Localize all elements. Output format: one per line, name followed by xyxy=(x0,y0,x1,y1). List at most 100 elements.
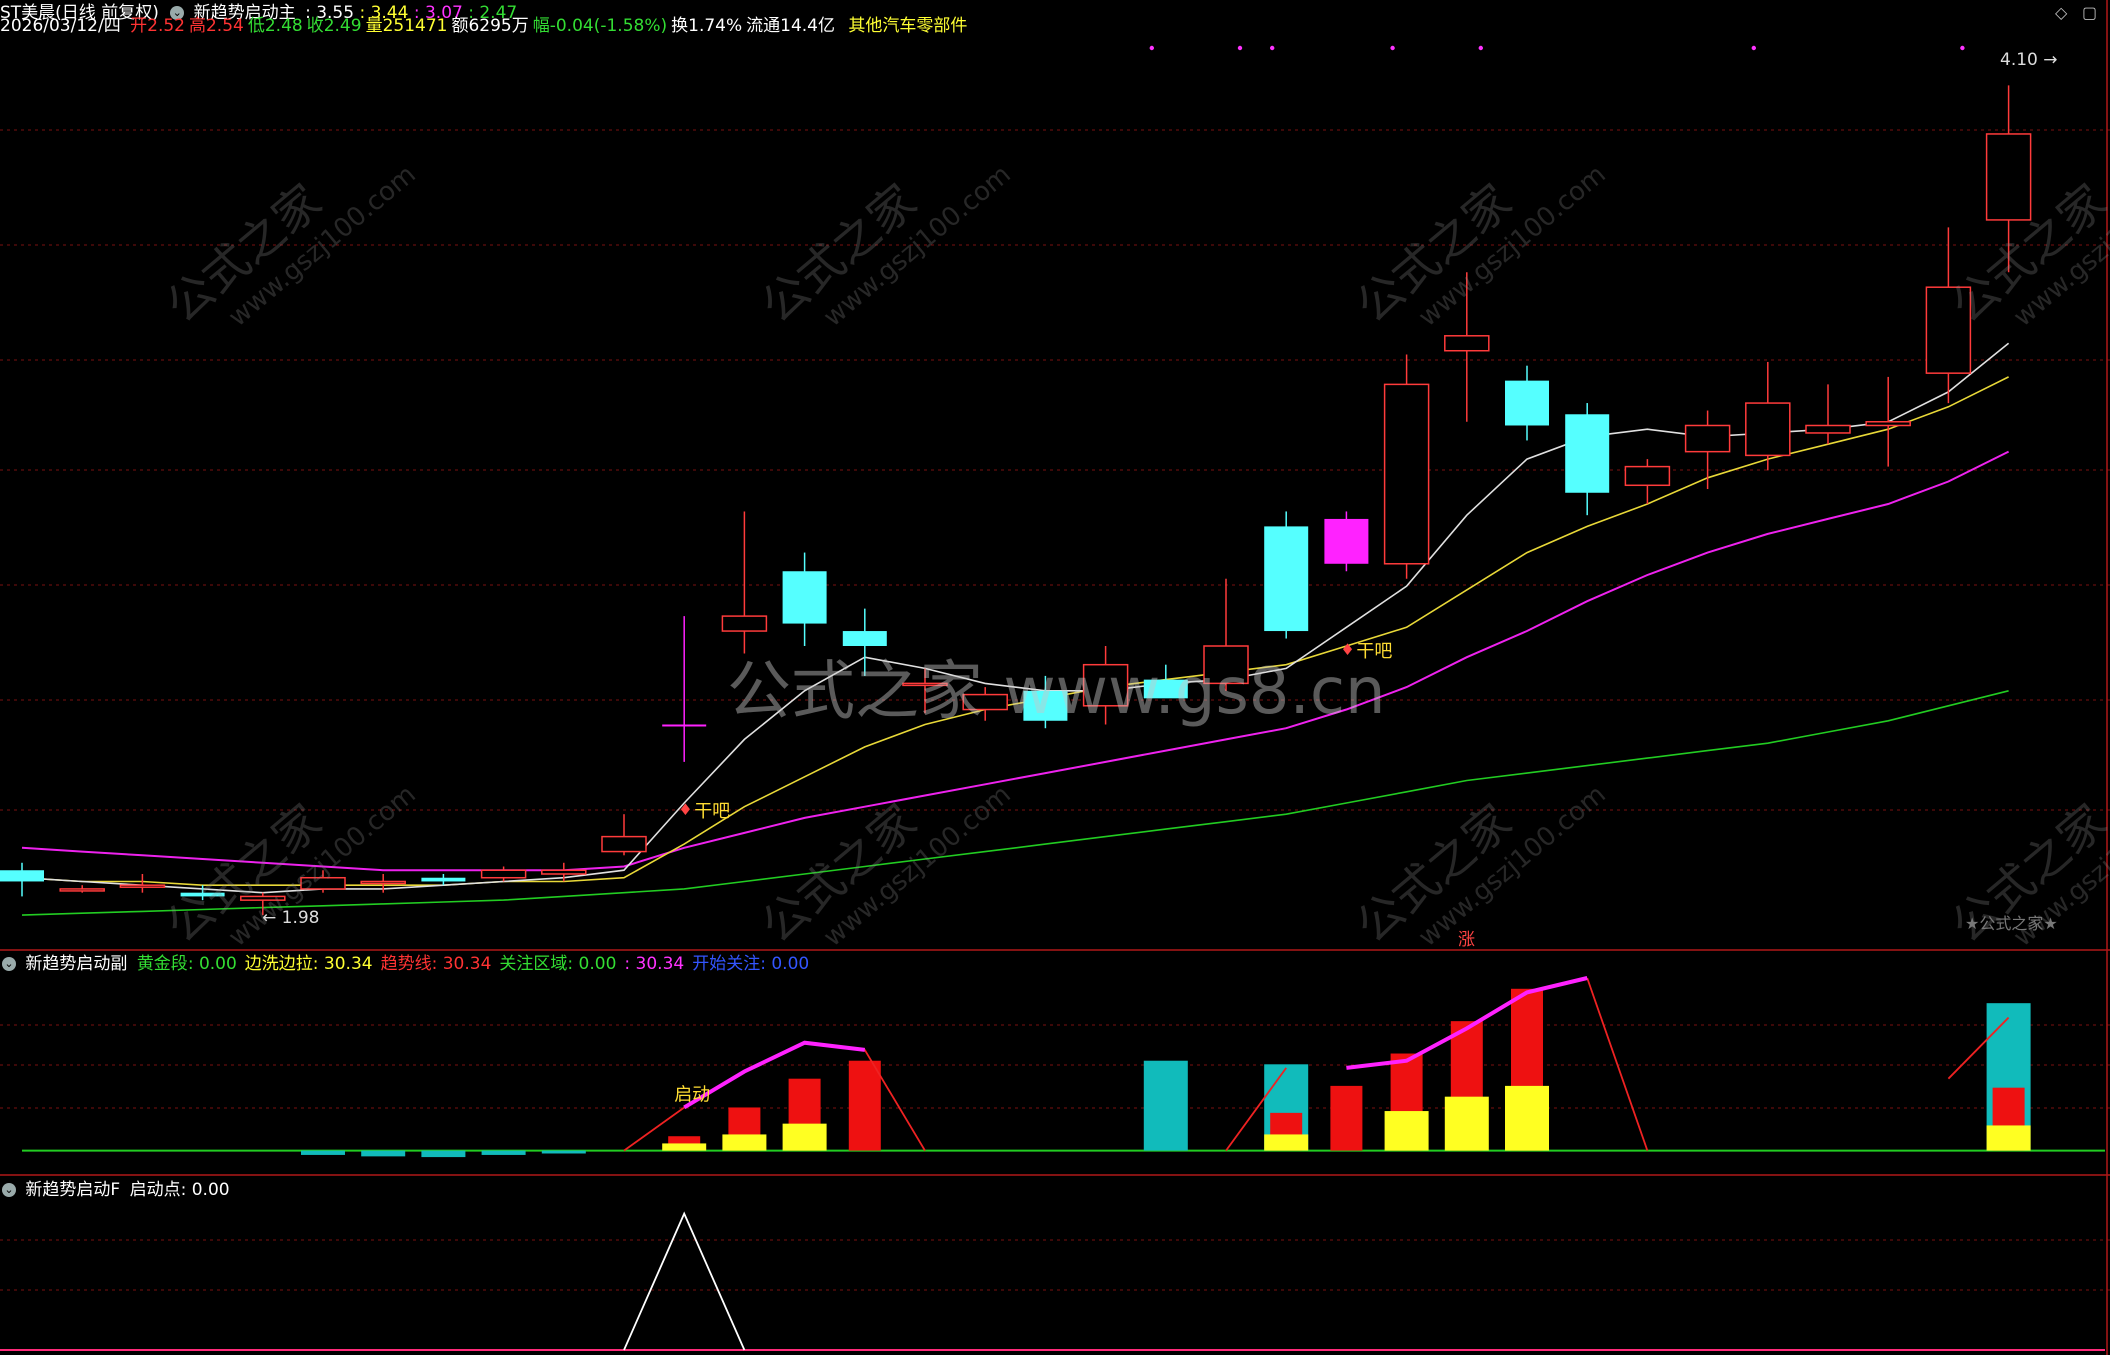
indicator-item-value: : 30.34 xyxy=(431,954,492,974)
candle xyxy=(601,814,647,856)
bar-cyan xyxy=(1143,1060,1188,1151)
candle xyxy=(1745,361,1791,471)
candle-body xyxy=(1865,421,1911,427)
candle xyxy=(1023,675,1068,729)
sub1-title[interactable]: 新趋势启动副 xyxy=(25,954,127,974)
sub2-header: ⌄ 新趋势启动F 启动点: 0.00 xyxy=(0,1177,242,1203)
marker-dot xyxy=(1478,45,1484,51)
candle-body xyxy=(721,615,768,632)
bar-cyan xyxy=(481,1150,526,1155)
indicator-item-value: : 0.00 xyxy=(180,1180,230,1200)
sub2-toggle-icon[interactable]: ⌄ xyxy=(2,1183,16,1197)
candle-body xyxy=(180,892,225,897)
candle-body xyxy=(1264,526,1309,632)
candle xyxy=(1565,403,1610,516)
candle-body xyxy=(300,876,346,890)
candle-body xyxy=(1203,645,1249,685)
candle-body xyxy=(0,870,44,882)
candle-body xyxy=(1505,380,1549,426)
candle-body xyxy=(1985,133,2032,221)
trend-line-magenta xyxy=(683,1040,866,1110)
candle-body xyxy=(119,884,166,888)
marker-dot xyxy=(1751,45,1757,51)
candle xyxy=(300,870,346,893)
candle xyxy=(1985,85,2032,273)
candle-body xyxy=(1023,690,1068,721)
candle-body xyxy=(1444,335,1490,352)
candle xyxy=(59,885,105,893)
candle-body xyxy=(1624,465,1671,487)
indicator-item-label: 启动点 xyxy=(129,1180,181,1200)
zhang-label: 涨 xyxy=(1458,930,1475,950)
candle xyxy=(1505,365,1549,441)
indicator-item-value: : 30.34 xyxy=(312,954,373,974)
sub1-values: 黄金段: 0.00 边洗边拉: 30.34 趋势线: 30.34 关注区域: 0.00… xyxy=(137,954,817,974)
marker-dot xyxy=(1270,45,1275,51)
candle-body xyxy=(1805,424,1851,434)
indicator-item-value: : 0.00 xyxy=(760,954,810,974)
candle-body xyxy=(1925,286,1972,374)
start-point-spike xyxy=(623,1211,746,1351)
candle-body xyxy=(1383,383,1430,565)
trend-line-red xyxy=(1586,977,1649,1151)
bar-yellow xyxy=(1986,1125,2031,1151)
candle-body xyxy=(421,877,466,882)
marker-dot xyxy=(1237,45,1243,51)
sub1-toggle-icon[interactable]: ⌄ xyxy=(2,957,16,971)
marker-dot xyxy=(1390,45,1395,51)
candle xyxy=(119,873,166,893)
gem-icon: ♦ xyxy=(678,800,692,819)
indicator-item-label: 边洗边拉 xyxy=(244,954,313,974)
candle xyxy=(1082,646,1129,725)
candle-body xyxy=(1324,518,1369,564)
indicator-item-label: 黄金段 xyxy=(136,954,188,974)
chart-window: ST美晨(日线 前复权) ⌄ 新趋势启动主 : 3.55 : 3.44 : 3.… xyxy=(0,0,2110,1355)
ma-yellow-line xyxy=(21,376,2009,887)
candle-body xyxy=(902,682,948,687)
indicator-item-value: : 0.00 xyxy=(567,954,617,974)
bar-yellow xyxy=(1505,1085,1549,1151)
candle-body xyxy=(782,571,827,624)
candle-body xyxy=(541,869,587,875)
indicator-item-value: : 30.34 xyxy=(624,954,685,974)
candle xyxy=(1925,227,1972,404)
candle-body xyxy=(962,693,1008,711)
bar-yellow xyxy=(1444,1096,1489,1151)
signal-label: 干吧 xyxy=(1356,641,1392,662)
candle xyxy=(962,687,1008,721)
candle-body xyxy=(842,631,887,646)
marker-dot xyxy=(1960,45,1965,51)
candle-body xyxy=(480,869,527,879)
marker-dot xyxy=(1149,45,1155,51)
candle-body xyxy=(1143,679,1188,699)
indicator-item-label: 开始关注 xyxy=(692,954,761,974)
bar-red xyxy=(1330,1085,1363,1151)
chart-canvas[interactable]: 4.10 →← 1.98♦ 干吧♦ 干吧涨启动 xyxy=(0,0,2110,1355)
bar-cyan xyxy=(301,1150,345,1155)
candle-body xyxy=(1565,414,1610,493)
corner-watermark: ★公式之家★ xyxy=(1965,914,2058,933)
candle xyxy=(902,668,948,714)
sub2-title[interactable]: 新趋势启动F xyxy=(25,1180,120,1200)
candle xyxy=(1264,511,1309,639)
candle-body xyxy=(1745,402,1791,457)
bar-red xyxy=(848,1060,881,1151)
candle-body xyxy=(662,724,707,727)
candle xyxy=(1203,578,1249,691)
bar-cyan xyxy=(361,1150,406,1157)
bar-yellow xyxy=(782,1123,827,1151)
candle xyxy=(1444,272,1490,422)
bar-yellow xyxy=(722,1134,767,1151)
bar-yellow xyxy=(1264,1134,1309,1151)
candle xyxy=(0,862,44,897)
high-price-label: 4.10 → xyxy=(2000,50,2058,70)
candle xyxy=(662,616,707,762)
candle xyxy=(1383,354,1430,579)
candle-body xyxy=(601,835,647,853)
candle-body xyxy=(240,895,286,901)
candle-body xyxy=(59,888,105,892)
start-label: 启动 xyxy=(674,1084,710,1105)
indicator-item-value: : 0.00 xyxy=(187,954,237,974)
candle xyxy=(1865,376,1911,467)
candle-body xyxy=(360,880,406,885)
